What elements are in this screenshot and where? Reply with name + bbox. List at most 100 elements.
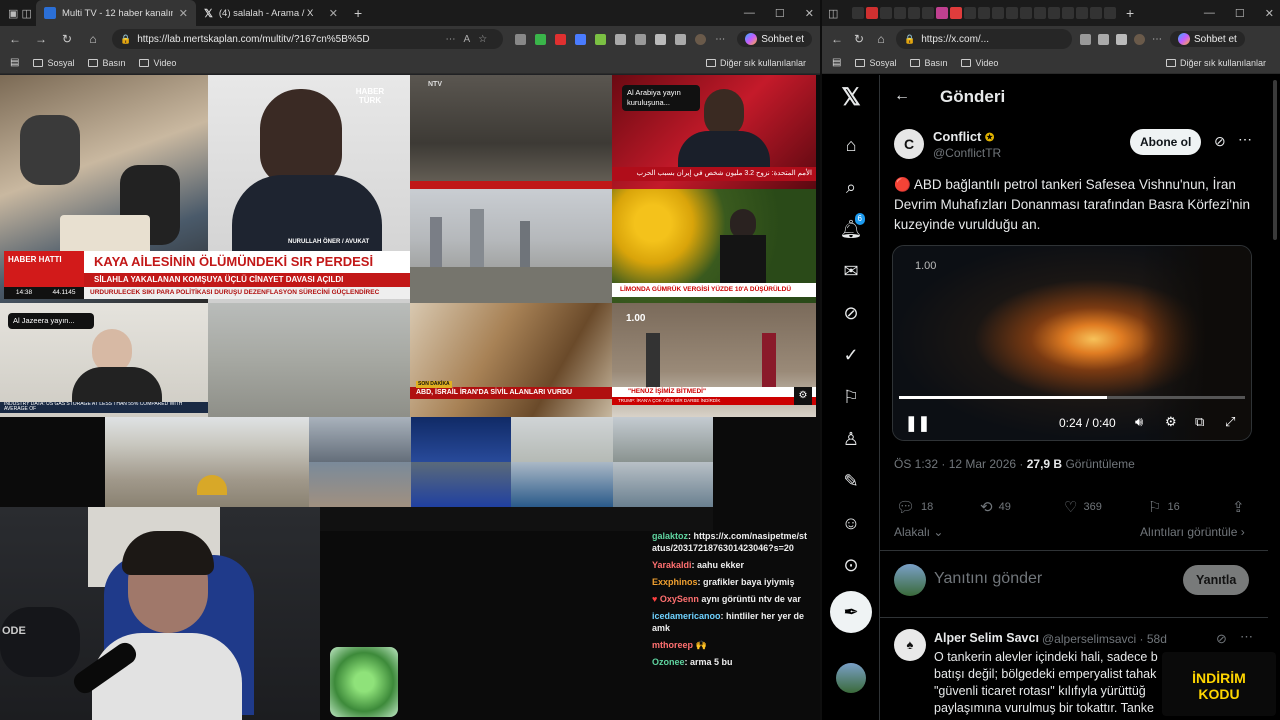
bookmark-folder[interactable]: Video — [139, 58, 176, 68]
view-quotes-link[interactable]: Alıntıları görüntüle › — [1140, 525, 1245, 539]
tv-cell-jerusalem[interactable] — [105, 417, 309, 507]
url-input[interactable]: 🔒 https://x.com/... — [896, 29, 1072, 49]
extension-icon[interactable] — [595, 33, 607, 45]
tv-cell-aljazeera[interactable]: Al Jazeera yayın... INDUSTRY DATA: US GA… — [0, 303, 208, 417]
bookmark-folder[interactable]: Sosyal — [855, 58, 896, 68]
follow-button[interactable]: Abone ol — [1130, 129, 1202, 155]
more-icon[interactable]: ⊙ — [837, 551, 865, 579]
extension-icon[interactable] — [1098, 33, 1109, 45]
messages-icon[interactable]: ✉ — [837, 257, 865, 285]
x-tab-icon[interactable] — [880, 7, 892, 19]
x-tab-icon[interactable] — [1034, 7, 1046, 19]
reply-author-name[interactable]: Alper Selim Savcı — [934, 631, 1039, 645]
tv-cell-mini[interactable] — [309, 417, 411, 462]
tab-actions-icon[interactable]: ◫ — [828, 7, 850, 20]
video-settings-icon[interactable]: ⚙ — [1165, 414, 1177, 430]
profile-avatar[interactable] — [695, 33, 707, 45]
url-actions-icon[interactable]: ⋯A☆ — [446, 34, 496, 45]
grok-icon[interactable]: ⊘ — [1214, 133, 1226, 150]
volume-icon[interactable]: 🔊︎ — [1135, 414, 1143, 430]
verified-icon[interactable]: ✓ — [837, 341, 865, 369]
x-tab-icon[interactable] — [852, 7, 864, 19]
other-bookmarks[interactable]: Diğer sık kullanılanlar — [705, 58, 806, 68]
tab-multitv[interactable]: Multi TV - 12 haber kanalını aynı anda ✕ — [36, 0, 196, 26]
alarabiya-overlay[interactable]: Al Arabiya yayın kuruluşuna... — [622, 85, 700, 111]
tv-cell-mini[interactable] — [309, 462, 411, 507]
tv-cell-mini[interactable] — [411, 417, 511, 462]
x-logo-icon[interactable]: 𝕏 — [837, 83, 865, 111]
author-name[interactable]: Conflict ✪ — [933, 129, 994, 144]
x-tab-icon[interactable] — [1104, 7, 1116, 19]
reply-input[interactable]: Yanıtını gönder — [934, 570, 1042, 588]
aljazeera-overlay[interactable]: Al Jazeera yayın... — [8, 313, 94, 329]
notifications-icon[interactable]: 🔔︎ 6 — [837, 213, 865, 243]
extension-icon[interactable] — [555, 33, 567, 45]
x-tab-icon[interactable] — [1090, 7, 1102, 19]
account-avatar[interactable] — [836, 663, 866, 693]
home-icon[interactable]: ⌂ — [86, 32, 100, 46]
tv-cell-alarabiya[interactable]: Al Arabiya yayın kuruluşuna... الأمم الم… — [612, 75, 816, 189]
more-options-icon[interactable]: ⋯ — [1238, 131, 1252, 148]
x-tab-icon[interactable] — [1048, 7, 1060, 19]
extension-icon[interactable] — [615, 33, 627, 45]
tab-icon[interactable] — [950, 7, 962, 19]
tv-cell-mini[interactable] — [511, 417, 613, 462]
fullscreen-icon[interactable]: ⤢ — [1225, 414, 1235, 430]
x-tab-icon[interactable] — [1006, 7, 1018, 19]
maximize-icon[interactable]: ☐ — [1235, 7, 1245, 20]
reply-button[interactable]: Yanıtla — [1183, 565, 1250, 595]
share-action[interactable]: ⇪ — [1232, 498, 1245, 516]
reply-author-avatar[interactable]: ♠ — [894, 629, 926, 661]
author-avatar[interactable]: C — [894, 129, 924, 159]
x-tab-icon[interactable] — [1020, 7, 1032, 19]
tv-cell-damaged-room[interactable]: ABD, İSRAİL İRAN'DA SİVİL ALANLARI VURDU… — [410, 303, 612, 417]
close-window-icon[interactable]: ✕ — [805, 7, 814, 20]
extension-icon[interactable] — [1116, 33, 1127, 45]
new-tab-icon[interactable]: + — [354, 5, 362, 21]
x-tab-icon[interactable] — [1062, 7, 1074, 19]
bookmarks-menu-icon[interactable]: ▤ — [10, 57, 19, 68]
pause-icon[interactable]: ❚❚ — [905, 414, 930, 432]
forward-icon[interactable]: → — [34, 32, 48, 46]
menu-icon[interactable]: ⋯ — [1152, 34, 1162, 45]
reply-action[interactable]: 💬︎ 18 — [896, 498, 933, 516]
video-progress-track[interactable] — [899, 396, 1245, 399]
extension-icon[interactable] — [515, 33, 527, 45]
x-tab-icon[interactable] — [908, 7, 920, 19]
x-tab-icon[interactable] — [894, 7, 906, 19]
grok-icon[interactable]: ⊘ — [837, 299, 865, 327]
extension-icon[interactable] — [535, 33, 547, 45]
like-action[interactable]: ♡ 369 — [1064, 498, 1102, 516]
close-tab-icon[interactable]: ✕ — [329, 7, 338, 20]
tv-cell-skyline[interactable] — [410, 189, 612, 303]
collections-icon[interactable] — [675, 33, 687, 45]
new-tab-icon[interactable]: + — [1126, 5, 1134, 21]
tab-actions-icon[interactable]: ▣ ◫ — [0, 7, 36, 20]
profile-icon[interactable]: ☺ — [837, 509, 865, 537]
copilot-button[interactable]: Sohbet et — [737, 31, 812, 47]
bookmark-action[interactable]: ⚐ 16 — [1148, 498, 1180, 516]
close-tab-icon[interactable]: ✕ — [179, 7, 188, 20]
tv-cell-ntv[interactable]: NTV — [410, 75, 612, 189]
bookmarks-icon[interactable]: ⚐ — [837, 383, 865, 411]
articles-icon[interactable]: ✎ — [837, 467, 865, 495]
maximize-icon[interactable]: ☐ — [775, 7, 785, 20]
reload-icon[interactable]: ↻ — [852, 32, 866, 46]
relevant-dropdown[interactable]: Alakalı ⌄ — [894, 525, 943, 539]
back-icon[interactable]: ← — [8, 32, 22, 46]
repost-action[interactable]: ⟲ 49 — [980, 498, 1011, 516]
url-input[interactable]: 🔒 https://lab.mertskaplan.com/multitv/?1… — [112, 29, 504, 49]
menu-icon[interactable]: ⋯ — [715, 34, 725, 45]
video-player[interactable]: 1.00 ❚❚ 0:24 / 0:40 🔊︎ ⚙ ⧉ ⤢ — [892, 245, 1252, 441]
minimize-icon[interactable]: — — [744, 7, 755, 19]
more-options-icon[interactable]: ⋯ — [1240, 629, 1253, 645]
extension-icon[interactable] — [1080, 33, 1091, 45]
split-screen-icon[interactable] — [635, 33, 647, 45]
home-icon[interactable]: ⌂ — [837, 131, 865, 159]
minimize-icon[interactable]: — — [1204, 7, 1215, 19]
bookmark-folder[interactable]: Basın — [910, 58, 947, 68]
extension-icon[interactable] — [575, 33, 587, 45]
tv-cell-studio[interactable]: 1.00 "HENÜZ İŞİMİZ BİTMEDİ" TRUMP: İRAN'… — [612, 303, 816, 417]
author-handle[interactable]: @ConflictTR — [933, 146, 1001, 160]
x-tab-icon[interactable] — [964, 7, 976, 19]
